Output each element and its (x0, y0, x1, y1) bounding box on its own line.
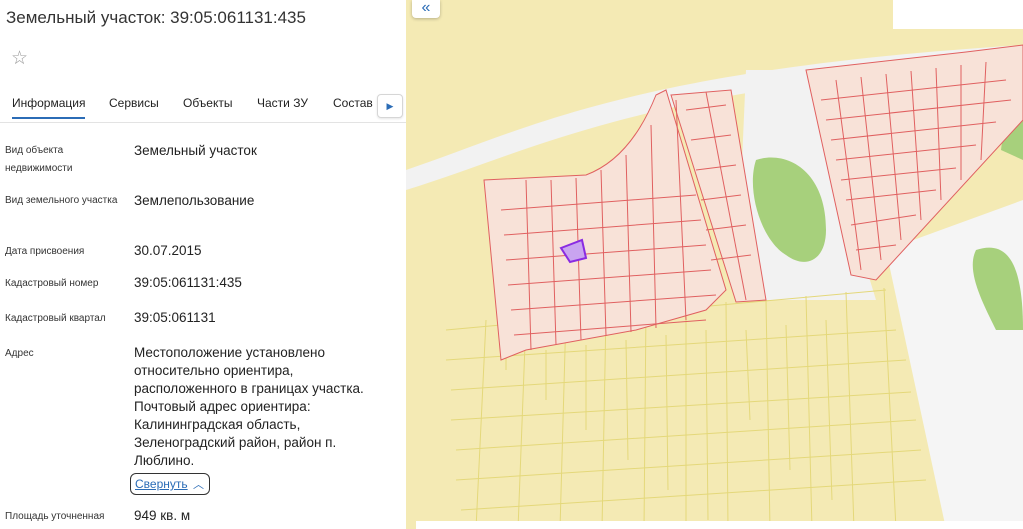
tab-objects[interactable]: Объекты (183, 96, 233, 110)
field-label-address: Адрес (5, 348, 34, 359)
field-label-cadastral-number: Кадастровый номер (5, 278, 99, 289)
tab-bar: Информация Сервисы Объекты Части ЗУ Сост… (0, 86, 406, 123)
field-value-address: Местоположение установлено относительно … (134, 345, 364, 468)
info-panel: Земельный участок: 39:05:061131:435 ☆ Ин… (0, 0, 406, 529)
tab-land-parts[interactable]: Части ЗУ (257, 96, 308, 110)
tab-information[interactable]: Информация (12, 96, 86, 119)
field-label-area: Площадь уточненная (5, 511, 105, 522)
double-chevron-left-icon: « (421, 0, 431, 16)
tabs-scroll-right-button[interactable]: ▶ (377, 94, 403, 118)
map-bottom-bar (416, 521, 1023, 529)
map-canvas[interactable] (406, 0, 1023, 529)
collapse-link[interactable]: Свернуть (135, 477, 188, 491)
page-title: Земельный участок: 39:05:061131:435 (6, 8, 306, 27)
field-label-parcel-type: Вид земельного участка (5, 195, 118, 206)
tab-services[interactable]: Сервисы (109, 96, 159, 110)
collapse-button[interactable]: Свернуть ︿ (130, 473, 210, 495)
tab-composition[interactable]: Состав (333, 96, 373, 110)
field-value-area: 949 кв. м (134, 508, 191, 523)
arrow-right-icon: ▶ (386, 101, 394, 111)
star-icon[interactable]: ☆ (11, 49, 28, 69)
field-value-assignment-date: 30.07.2015 (134, 243, 202, 258)
collapse-panel-button[interactable]: « (412, 0, 440, 18)
map-control-box (893, 0, 1023, 29)
field-label-assignment-date: Дата присвоения (5, 246, 85, 257)
field-value-cadastral-number: 39:05:061131:435 (134, 275, 242, 290)
field-value-object-type: Земельный участок (134, 143, 257, 158)
field-value-parcel-type: Землепользование (134, 193, 255, 208)
field-label-cadastral-quarter: Кадастровый квартал (5, 313, 106, 324)
field-value-cadastral-quarter: 39:05:061131 (134, 310, 216, 325)
cadastral-map[interactable]: « (406, 0, 1023, 529)
chevron-up-icon: ︿ (193, 479, 204, 491)
field-label-object-type: Вид объекта недвижимости (5, 145, 73, 174)
